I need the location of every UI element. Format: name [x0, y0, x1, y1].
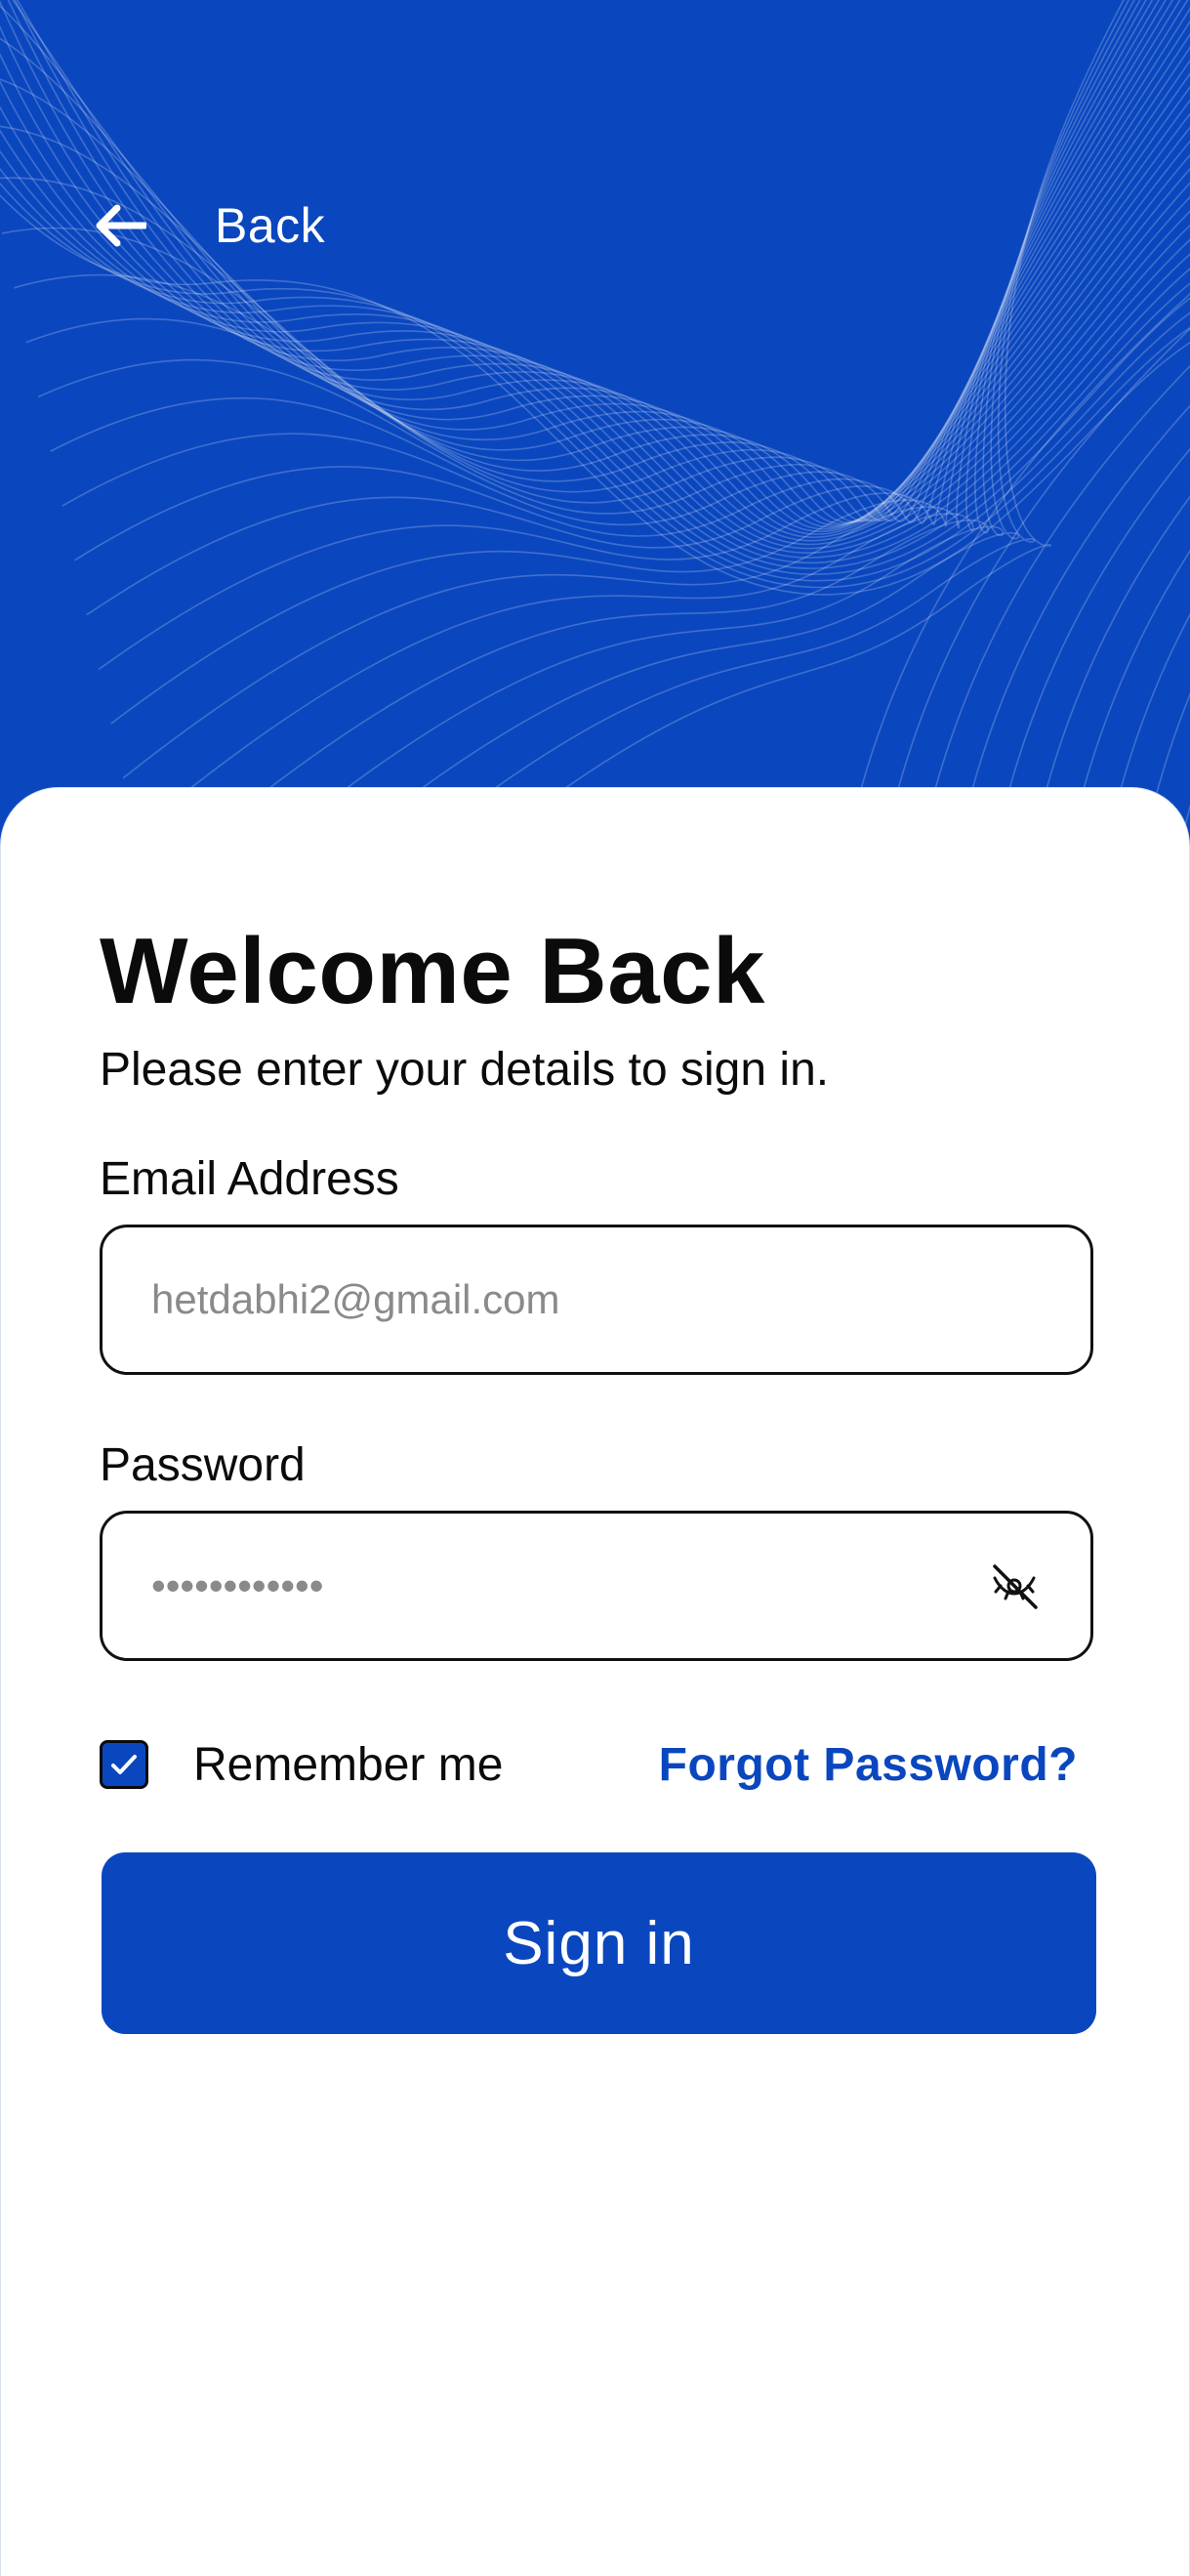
- sign-in-card: Welcome Back Please enter your details t…: [0, 787, 1190, 2576]
- contour-line: [0, 37, 1190, 528]
- contour-line: [12, 0, 1190, 533]
- email-field[interactable]: [151, 1276, 1042, 1323]
- email-field-container: [100, 1225, 1093, 1375]
- sign-in-button[interactable]: Sign in: [102, 1852, 1096, 2034]
- contour-line: [304, 0, 1135, 879]
- password-field-container: [100, 1511, 1093, 1661]
- remember-me-toggle[interactable]: Remember me: [100, 1738, 503, 1792]
- contour-line: [230, 0, 1141, 879]
- contour-line: [1, 72, 1190, 523]
- contour-line: [7, 0, 1190, 542]
- contour-line: [16, 0, 1190, 535]
- arrow-left-icon: [96, 200, 146, 251]
- contour-line: [0, 78, 1190, 526]
- topographic-pattern: [0, 0, 1190, 879]
- page-subtitle: Please enter your details to sign in.: [100, 1044, 830, 1096]
- eye-off-icon[interactable]: [987, 1558, 1042, 1613]
- email-label: Email Address: [100, 1153, 399, 1205]
- password-label: Password: [100, 1439, 306, 1491]
- form-options: Remember me Forgot Password?: [100, 1725, 1093, 1804]
- forgot-password-link[interactable]: Forgot Password?: [659, 1738, 1078, 1792]
- back-button[interactable]: Back: [96, 191, 325, 260]
- contour-line: [25, 46, 1190, 522]
- password-field[interactable]: [151, 1562, 1042, 1609]
- remember-me-label: Remember me: [193, 1738, 504, 1791]
- remember-me-checkbox[interactable]: [100, 1740, 148, 1789]
- back-label: Back: [215, 198, 326, 253]
- page-title: Welcome Back: [100, 919, 765, 1023]
- checkmark-icon: [111, 1755, 137, 1774]
- hero-background: Back: [0, 0, 1190, 879]
